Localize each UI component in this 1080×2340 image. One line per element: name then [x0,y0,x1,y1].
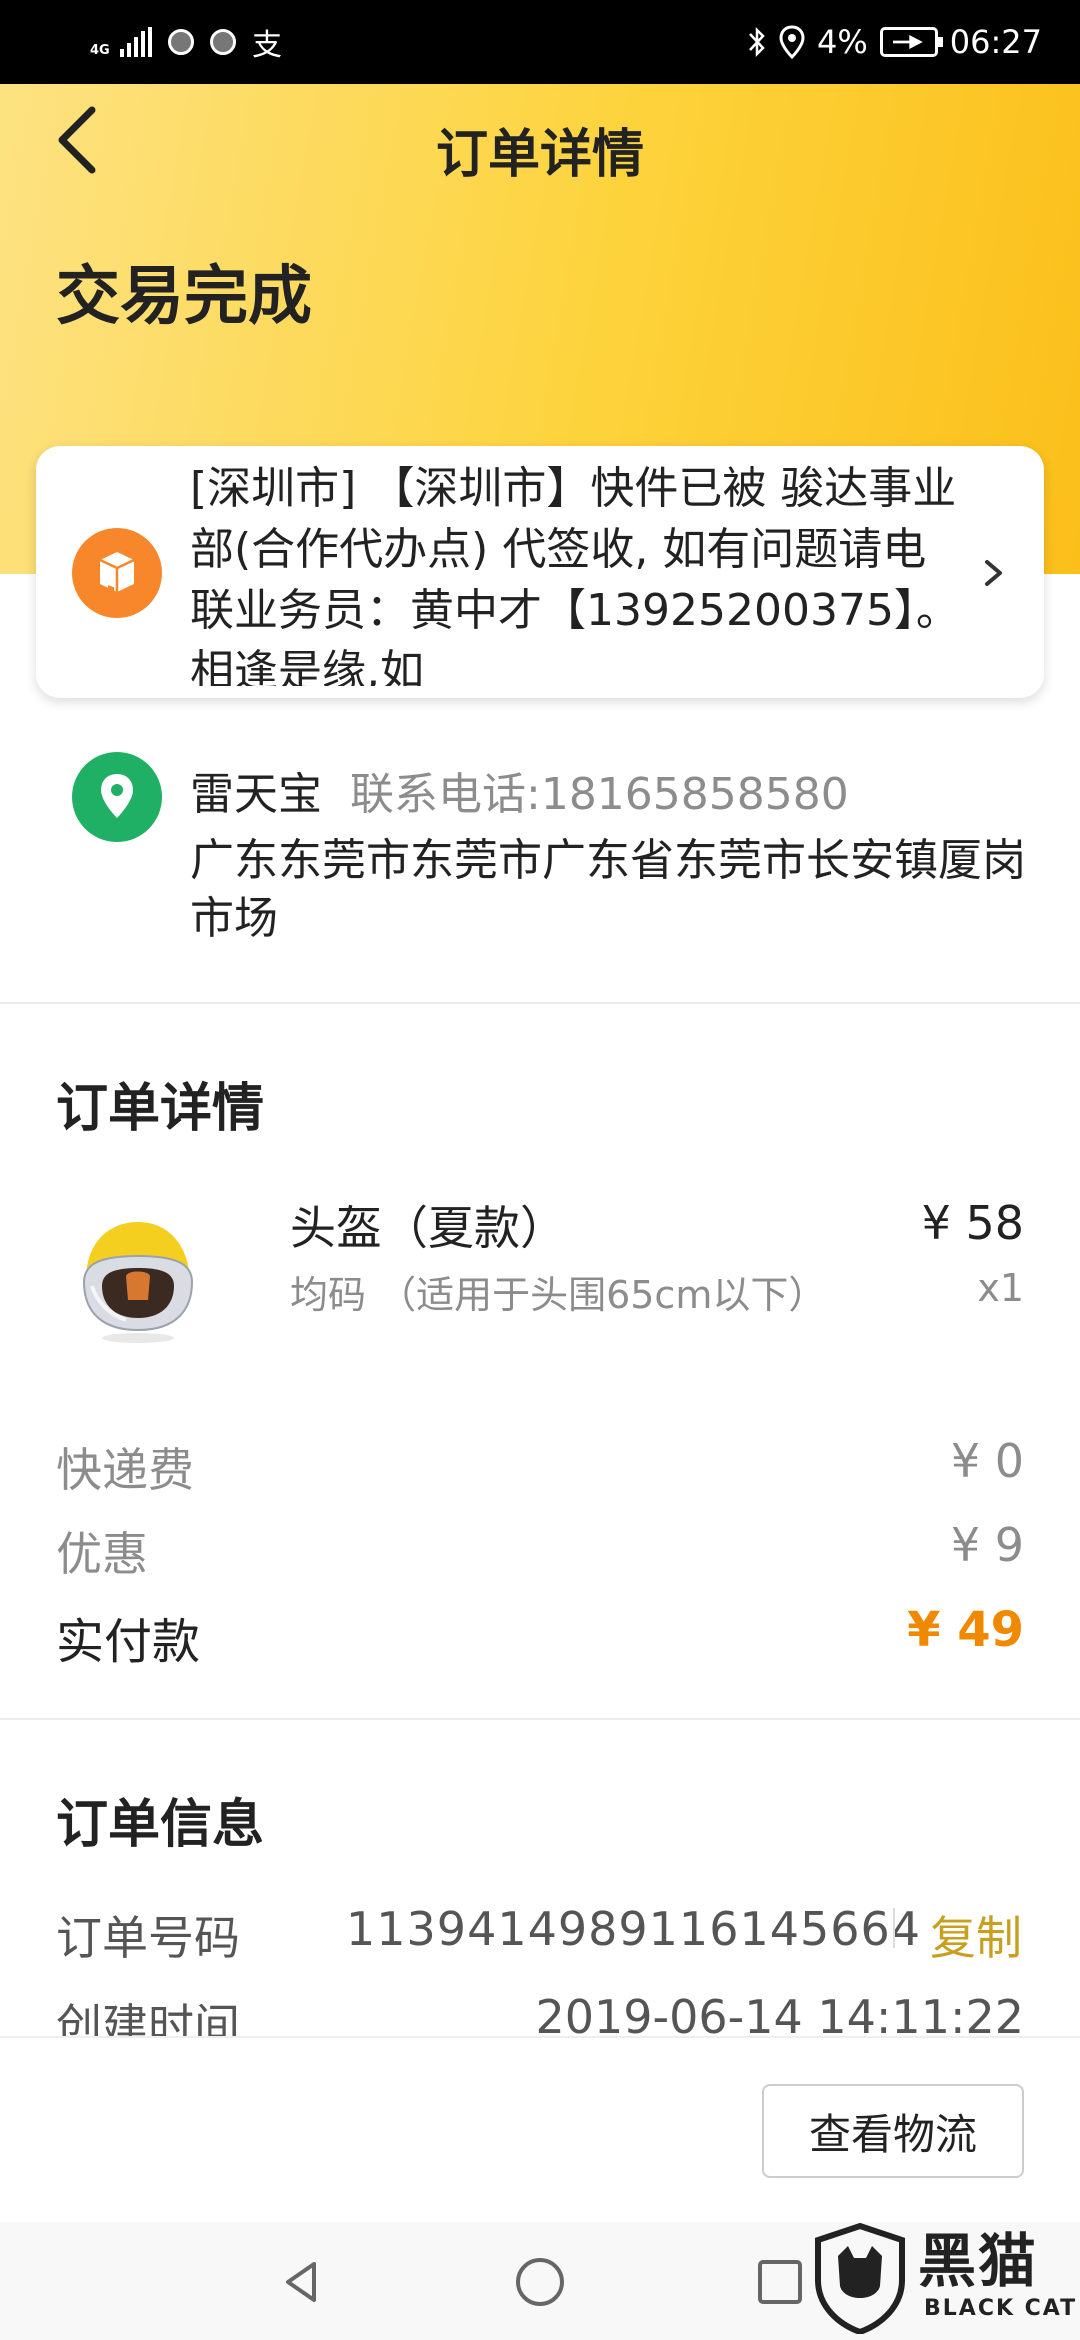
package-box-icon [72,528,162,618]
recipient-phone: 联系电话:18165858580 [350,769,849,820]
product-spec: 均码 （适用于头围65cm以下） [290,1273,827,1317]
shipping-fee-label: 快递费 [56,1443,194,1497]
recipient-line: 雷天宝 联系电话:18165858580 [190,758,849,822]
signal-icon: 4G [90,27,152,57]
nav-back-icon[interactable] [272,2252,332,2312]
nav-home-icon[interactable] [510,2252,570,2312]
order-number-value: 1139414989116145664 [346,1902,922,1956]
discount-value: ¥ 9 [950,1518,1024,1572]
discount-label: 优惠 [56,1527,148,1581]
amount-paid-label: 实付款 [56,1614,201,1670]
amount-paid-value: ¥ 49 [907,1602,1024,1658]
order-number-label: 订单号码 [56,1911,240,1965]
battery-icon [879,27,943,57]
product-name[interactable]: 头盔（夏款） [290,1192,566,1258]
copy-separator [893,1908,895,1948]
order-status-title: 交易完成 [56,260,312,334]
status-bar: 4G 支 4% 06:27 [0,0,1080,84]
address-detail: 广东东莞市东莞市广东省东莞市长安镇厦岗市场 [190,835,1026,944]
watermark-brand-cn: 黑猫 [918,2227,1039,2295]
alipay-icon: 支 [252,28,282,63]
clock: 06:27 [949,23,1042,61]
network-type: 4G [90,43,110,58]
black-cat-watermark: 黑猫 BLACK CAT [800,2212,1080,2340]
helmet-product-image[interactable] [56,1200,212,1356]
watermark-brand-en: BLACK CAT [924,2296,1078,2321]
shipping-fee-value: ¥ 0 [950,1434,1024,1488]
status-bar-right: 4% 06:27 [747,20,1042,64]
order-info-title: 订单信息 [56,1795,265,1855]
bluetooth-icon [749,26,765,58]
app-notification-icon [168,29,194,55]
chevron-right-icon [985,560,1002,586]
bottom-action-bar: 查看物流 [0,2036,1080,2222]
section-divider [0,1718,1080,1720]
view-logistics-button[interactable]: 查看物流 [762,2084,1024,2178]
logistics-status-text: [深圳市] 【深圳市】快件已被 骏达事业部(合作代办点) 代签收, 如有问题请电… [190,463,960,686]
product-quantity: x1 [977,1266,1024,1310]
copy-order-number-button[interactable]: 复制 [930,1902,1022,1968]
location-icon [779,25,805,59]
location-pin-icon [72,752,162,842]
status-bar-left: 4G 支 [90,20,282,64]
section-divider [0,1002,1080,1004]
black-cat-logo-icon [815,2222,905,2334]
order-detail-title: 订单详情 [56,1079,265,1139]
logistics-card[interactable]: [深圳市] 【深圳市】快件已被 骏达事业部(合作代办点) 代签收, 如有问题请电… [36,446,1044,698]
product-price: ¥ 58 [921,1196,1024,1250]
page-title: 订单详情 [435,125,644,185]
battery-percent: 4% [817,23,868,61]
app-notification-icon [210,29,236,55]
recipient-name: 雷天宝 [190,769,322,820]
